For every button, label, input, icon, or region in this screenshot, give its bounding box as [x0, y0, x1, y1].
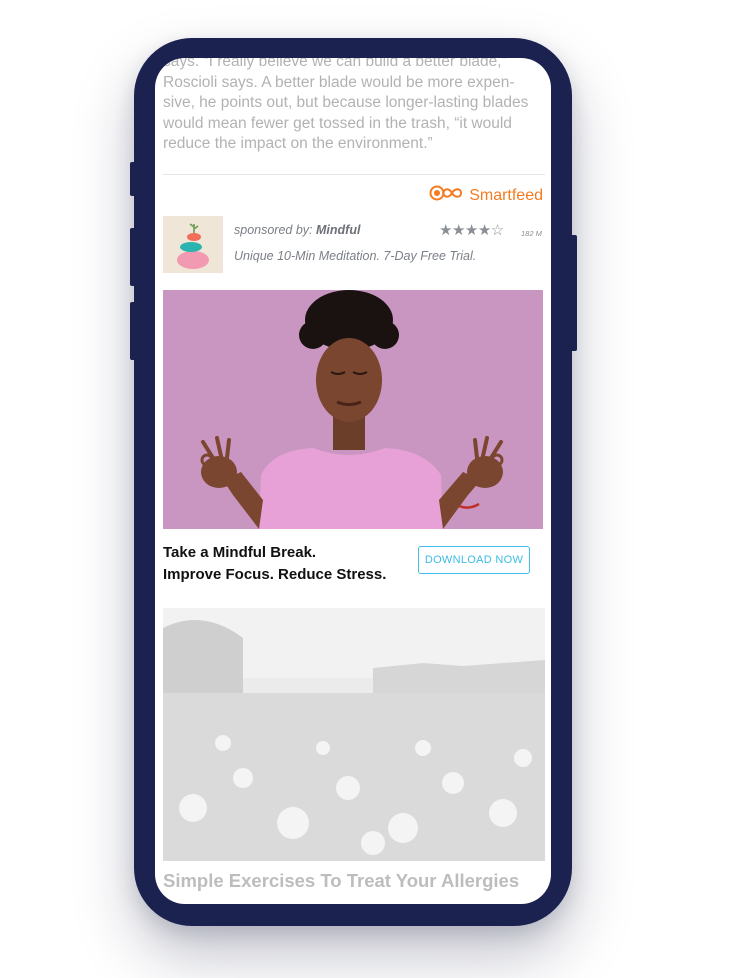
power-button: [570, 235, 577, 351]
mute-switch: [130, 162, 136, 196]
rating-count: 182 M: [521, 229, 542, 238]
meditating-woman-illustration: [163, 290, 543, 529]
next-item-title[interactable]: Simple Exercises To Treat Your Allergies: [163, 870, 519, 892]
volume-down-button: [130, 302, 136, 360]
sponsored-prefix: sponsored by:: [234, 223, 316, 237]
star-rating: ★★★★☆: [439, 222, 504, 239]
sponsored-by-label: sponsored by: Mindful: [234, 223, 360, 237]
ad-tagline: Unique 10-Min Meditation. 7-Day Free Tri…: [234, 249, 477, 263]
article-text: says. “I really believe we can build a b…: [163, 58, 547, 155]
article-divider: [163, 174, 545, 175]
mindful-app-icon: [163, 216, 223, 273]
next-item-image[interactable]: [163, 608, 545, 861]
article-line: sive, he points out, but because longer-…: [163, 94, 529, 111]
advertiser-name: Mindful: [316, 223, 361, 237]
smartfeed-logo-icon: [428, 184, 464, 207]
ad-headline-line: Take a Mindful Break.: [163, 544, 317, 561]
smartfeed-brand[interactable]: Smartfeed: [428, 184, 543, 207]
ad-image[interactable]: [163, 290, 543, 529]
sponsored-ad-header[interactable]: sponsored by: Mindful ★★★★☆ 182 M Unique…: [163, 216, 545, 274]
download-now-button[interactable]: DOWNLOAD NOW: [418, 546, 530, 574]
ad-headline-line: Improve Focus. Reduce Stress.: [163, 566, 387, 583]
smartfeed-brand-name: Smartfeed: [469, 186, 543, 204]
dandelion-field-illustration: [163, 608, 545, 861]
volume-up-button: [130, 228, 136, 286]
article-line: would mean fewer get tossed in the trash…: [163, 114, 512, 132]
article-line: says. “I really believe we can build a b…: [163, 58, 507, 70]
phone-screen: says. “I really believe we can build a b…: [155, 58, 551, 904]
article-line: Roscioli says. A better blade would be m…: [163, 73, 515, 91]
ad-headline[interactable]: Take a Mindful Break. Improve Focus. Red…: [163, 542, 386, 586]
article-line: reduce the impact on the environment.”: [163, 135, 433, 152]
